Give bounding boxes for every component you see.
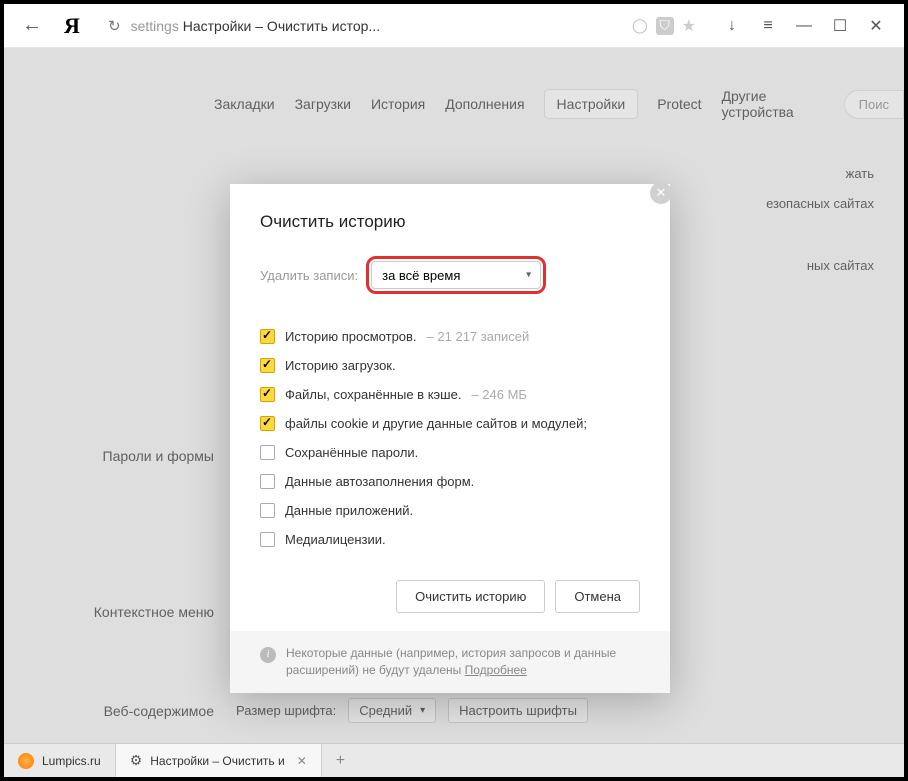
- learn-more-link[interactable]: Подробнее: [465, 663, 527, 677]
- configure-fonts-button[interactable]: Настроить шрифты: [448, 698, 588, 723]
- checkbox[interactable]: [260, 329, 275, 344]
- time-range-label: Удалить записи:: [260, 268, 358, 283]
- nav-tab-addons[interactable]: Дополнения: [445, 96, 524, 112]
- checkbox-label[interactable]: Медиалицензии.: [285, 532, 386, 547]
- checkbox[interactable]: [260, 503, 275, 518]
- info-icon: i: [260, 647, 276, 663]
- checkbox-label[interactable]: Файлы, сохранённые в кэше.: [285, 387, 461, 402]
- clear-item-row: Медиалицензии.: [260, 525, 640, 554]
- browser-toolbar: ← Я ↻ settings Настройки – Очистить исто…: [4, 4, 904, 48]
- clear-item-row: Данные автозаполнения форм.: [260, 467, 640, 496]
- clear-item-row: Сохранённые пароли.: [260, 438, 640, 467]
- taskbar-tab-lumpics[interactable]: Lumpics.ru: [4, 744, 116, 777]
- new-tab-button[interactable]: +: [322, 744, 359, 777]
- clear-item-row: файлы cookie и другие данные сайтов и мо…: [260, 409, 640, 438]
- checkbox[interactable]: [260, 387, 275, 402]
- nav-tab-bookmarks[interactable]: Закладки: [214, 96, 275, 112]
- checkbox-label[interactable]: Сохранённые пароли.: [285, 445, 418, 460]
- clear-item-row: Данные приложений.: [260, 496, 640, 525]
- bg-text-fragment: ных сайтах: [807, 258, 874, 273]
- font-size-select[interactable]: Средний▾: [348, 698, 436, 723]
- chevron-down-icon: ▾: [420, 705, 425, 716]
- address-text: settings Настройки – Очистить истор...: [131, 18, 381, 34]
- tab-close-icon[interactable]: ✕: [297, 754, 307, 768]
- window-maximize-button[interactable]: ☐: [824, 10, 856, 42]
- checkbox-label[interactable]: Историю загрузок.: [285, 358, 396, 373]
- taskbar: Lumpics.ru ⚙ Настройки – Очистить и ✕ +: [4, 743, 904, 777]
- back-button[interactable]: ←: [16, 10, 48, 42]
- checkbox-label[interactable]: Данные приложений.: [285, 503, 413, 518]
- checkbox-label[interactable]: файлы cookie и другие данные сайтов и мо…: [285, 416, 587, 431]
- nav-tab-history[interactable]: История: [371, 96, 425, 112]
- checkbox-suffix: – 21 217 записей: [427, 329, 530, 344]
- bookmark-star-icon[interactable]: ★: [682, 16, 696, 36]
- dialog-close-button[interactable]: ✕: [650, 182, 672, 204]
- downloads-button[interactable]: ↓: [716, 10, 748, 42]
- checkbox[interactable]: [260, 358, 275, 373]
- checkbox[interactable]: [260, 532, 275, 547]
- address-right-icons: ◯ ⛉ ★: [632, 16, 696, 36]
- section-label-passwords: Пароли и формы: [84, 448, 224, 464]
- settings-nav-tabs: Закладки Загрузки История Дополнения Нас…: [4, 88, 904, 120]
- settings-search-input[interactable]: Поис: [844, 90, 904, 119]
- font-size-label: Размер шрифта:: [236, 703, 336, 718]
- address-bar[interactable]: ↻ settings Настройки – Очистить истор...…: [96, 10, 708, 42]
- clear-history-dialog: ✕ Очистить историю Удалить записи: за вс…: [230, 184, 670, 693]
- checkbox-label[interactable]: Историю просмотров.: [285, 329, 417, 344]
- clear-history-button[interactable]: Очистить историю: [396, 580, 545, 613]
- shield-icon[interactable]: ⛉: [656, 17, 674, 35]
- window-minimize-button[interactable]: —: [788, 10, 820, 42]
- clear-item-row: Историю загрузок.: [260, 351, 640, 380]
- yandex-logo[interactable]: Я: [56, 10, 88, 42]
- lumpics-favicon-icon: [18, 753, 34, 769]
- reload-icon[interactable]: ↻: [108, 17, 121, 35]
- time-range-highlight: за всё время ▾: [366, 256, 546, 294]
- clear-item-row: Историю просмотров. – 21 217 записей: [260, 322, 640, 351]
- bg-text-fragment: жать: [846, 166, 874, 181]
- dialog-title: Очистить историю: [260, 212, 640, 232]
- nav-tab-devices[interactable]: Другие устройства: [722, 88, 824, 120]
- section-label-web-content: Веб-содержимое: [84, 703, 224, 719]
- taskbar-tab-settings[interactable]: ⚙ Настройки – Очистить и ✕: [116, 744, 322, 777]
- clear-item-row: Файлы, сохранённые в кэше. – 246 МБ: [260, 380, 640, 409]
- nav-tab-downloads[interactable]: Загрузки: [295, 96, 351, 112]
- checkbox-suffix: – 246 МБ: [471, 387, 527, 402]
- checkbox[interactable]: [260, 416, 275, 431]
- checkbox-label[interactable]: Данные автозаполнения форм.: [285, 474, 474, 489]
- cancel-button[interactable]: Отмена: [555, 580, 640, 613]
- clear-items-list: Историю просмотров. – 21 217 записейИсто…: [260, 322, 640, 554]
- compass-icon[interactable]: ◯: [632, 17, 648, 34]
- nav-tab-settings[interactable]: Настройки: [545, 90, 638, 118]
- checkbox[interactable]: [260, 474, 275, 489]
- menu-button[interactable]: ≡: [752, 10, 784, 42]
- nav-tab-protect[interactable]: Protect: [657, 96, 701, 112]
- window-close-button[interactable]: ✕: [860, 10, 892, 42]
- checkbox[interactable]: [260, 445, 275, 460]
- gear-icon: ⚙: [130, 752, 143, 769]
- section-label-context-menu: Контекстное меню: [84, 604, 224, 620]
- dialog-footer-note: i Некоторые данные (например, история за…: [230, 631, 670, 693]
- time-range-select[interactable]: за всё время: [371, 261, 541, 289]
- bg-text-fragment: езопасных сайтах: [766, 196, 874, 211]
